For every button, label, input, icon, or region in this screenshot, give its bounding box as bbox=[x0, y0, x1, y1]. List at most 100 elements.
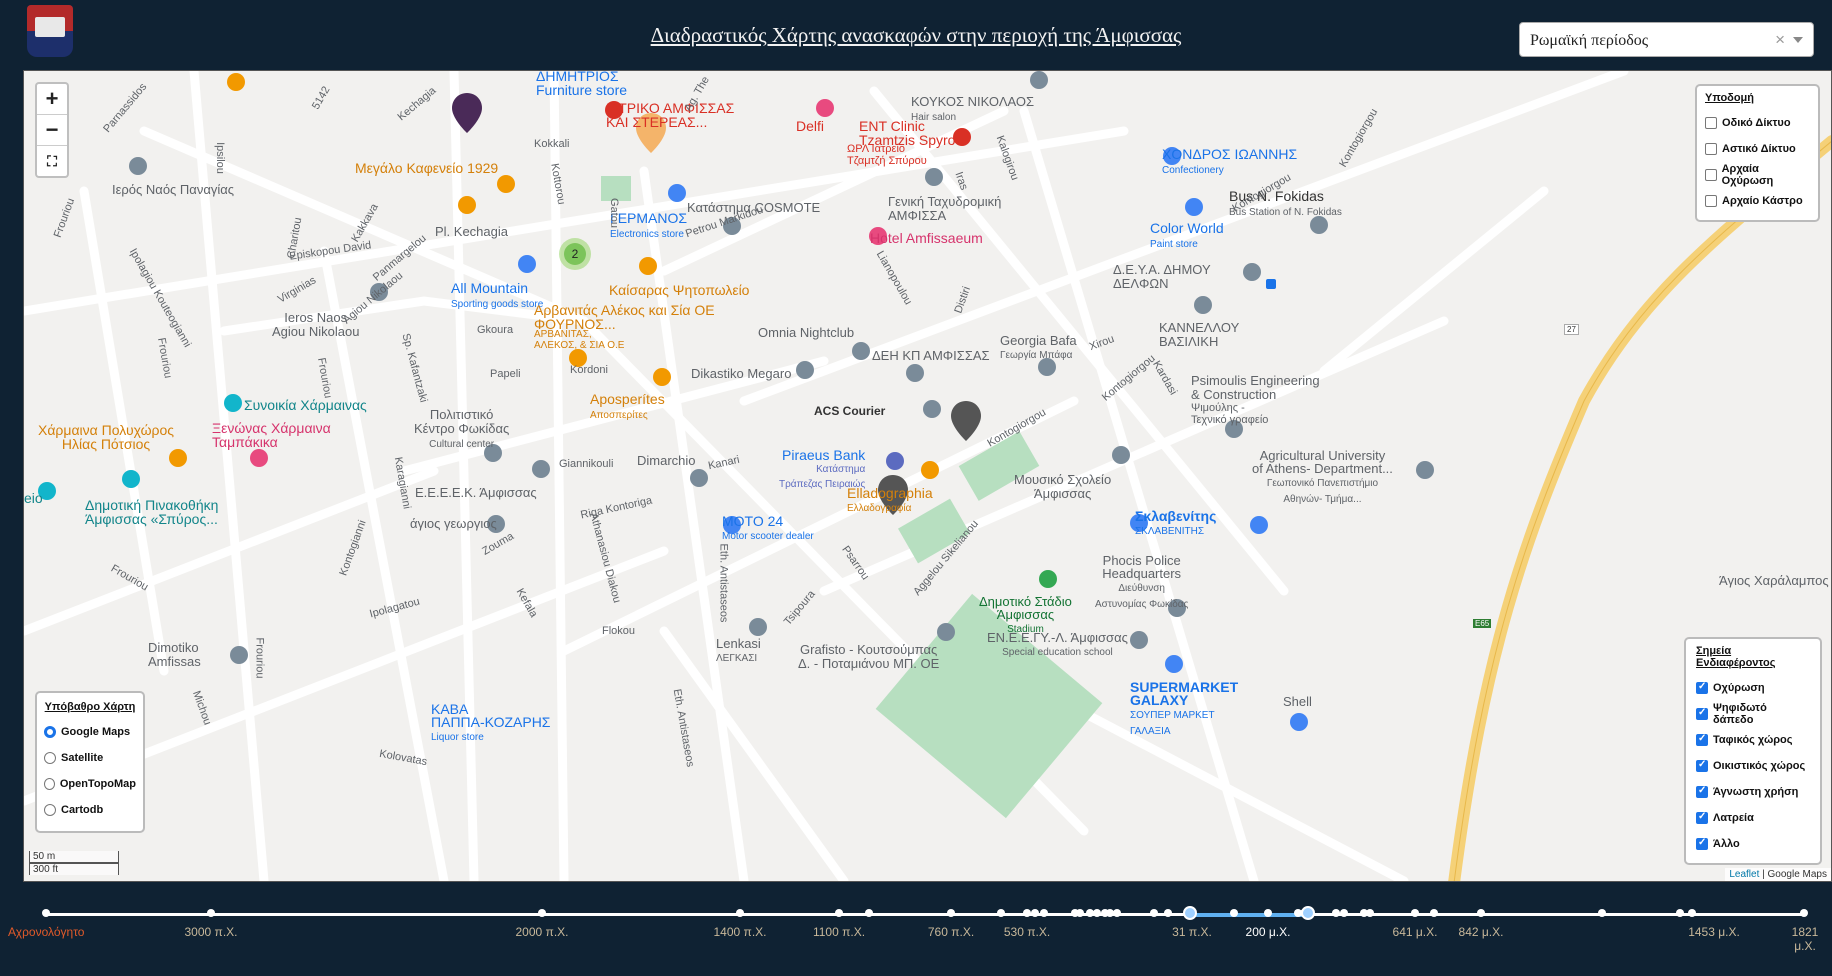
timeline-tick[interactable] bbox=[947, 909, 955, 917]
leaflet-link[interactable]: Leaflet bbox=[1729, 869, 1759, 880]
timeline-tick[interactable] bbox=[1340, 909, 1348, 917]
restaurant-icon[interactable] bbox=[639, 257, 657, 275]
timeline-tick[interactable] bbox=[1800, 909, 1808, 917]
poi-icon[interactable] bbox=[1243, 263, 1261, 281]
poi-icon[interactable] bbox=[925, 168, 943, 186]
poi-checkbox[interactable] bbox=[1696, 681, 1708, 694]
basemap-option[interactable]: OpenTopoMap bbox=[44, 771, 136, 797]
poi-icon[interactable] bbox=[852, 342, 870, 360]
shop-icon[interactable] bbox=[668, 184, 686, 202]
timeline-tick[interactable] bbox=[1023, 909, 1031, 917]
layer-option[interactable]: Οδικό Δίκτυο bbox=[1705, 110, 1810, 136]
poi-option[interactable]: Ψηφιδωτό δάπεδο bbox=[1696, 701, 1810, 727]
restaurant-icon[interactable] bbox=[458, 196, 476, 214]
basemap-option[interactable]: Cartodb bbox=[44, 797, 136, 823]
layer-option[interactable]: Αρχαίο Κάστρο bbox=[1705, 188, 1810, 214]
cafe-icon[interactable] bbox=[653, 368, 671, 386]
timeline-tick[interactable] bbox=[1031, 909, 1039, 917]
timeline-tick[interactable] bbox=[1598, 909, 1606, 917]
bus-stop-icon[interactable] bbox=[1266, 279, 1276, 289]
poi-option[interactable]: Άγνωστη χρήση bbox=[1696, 779, 1810, 805]
restaurant-icon[interactable] bbox=[169, 449, 187, 467]
map-container[interactable]: 2 ΔΗΜΗΤΡΙΟΣ Furniture store ΚΟΥΚΟΣ ΝΙΚΟΛ… bbox=[23, 70, 1832, 882]
attraction-icon[interactable] bbox=[224, 394, 242, 412]
poi-option[interactable]: Οικιστικός χώρος bbox=[1696, 753, 1810, 779]
poi-icon[interactable] bbox=[906, 364, 924, 382]
basemap-radio[interactable] bbox=[44, 778, 55, 790]
poi-checkbox[interactable] bbox=[1696, 759, 1708, 772]
timeline-tick[interactable] bbox=[538, 909, 546, 917]
basemap-radio[interactable] bbox=[44, 804, 56, 816]
timeline-tick[interactable] bbox=[1430, 909, 1438, 917]
restaurant-icon[interactable] bbox=[921, 461, 939, 479]
basemap-option[interactable]: Google Maps bbox=[44, 719, 136, 745]
zoom-in-button[interactable]: + bbox=[37, 84, 67, 115]
timeline-tick[interactable] bbox=[1164, 909, 1172, 917]
school-icon[interactable] bbox=[1416, 461, 1434, 479]
poi-option[interactable]: Ταφικός χώρος bbox=[1696, 727, 1810, 753]
poi-checkbox[interactable] bbox=[1696, 811, 1708, 824]
timeline-tick[interactable] bbox=[1093, 909, 1101, 917]
timeline-tick[interactable] bbox=[1332, 909, 1340, 917]
bank-icon[interactable] bbox=[886, 452, 904, 470]
poi-option[interactable]: Οχύρωση bbox=[1696, 675, 1810, 701]
poi-icon[interactable] bbox=[923, 400, 941, 418]
timeline-track[interactable] bbox=[46, 913, 1804, 916]
shop-icon[interactable] bbox=[518, 255, 536, 273]
poi-option[interactable]: Άλλο bbox=[1696, 831, 1810, 857]
timeline-tick[interactable] bbox=[1040, 909, 1048, 917]
layer-option[interactable]: Αστικό Δίκτυο bbox=[1705, 136, 1810, 162]
museum-icon[interactable] bbox=[122, 470, 140, 488]
layer-option[interactable]: Αρχαία Οχύρωση bbox=[1705, 162, 1810, 188]
timeline-tick[interactable] bbox=[1676, 909, 1684, 917]
layer-checkbox[interactable] bbox=[1705, 117, 1717, 129]
excavation-marker[interactable] bbox=[951, 401, 981, 441]
poi-checkbox[interactable] bbox=[1696, 837, 1708, 850]
fullscreen-icon[interactable]: ⛶ bbox=[37, 146, 67, 176]
timeline-slider[interactable]: Αχρονολόγητο 3000 π.Χ. 2000 π.Χ. 1400 π.… bbox=[0, 884, 1832, 976]
timeline-tick[interactable] bbox=[1366, 909, 1374, 917]
timeline-tick[interactable] bbox=[736, 909, 744, 917]
poi-checkbox[interactable] bbox=[1696, 707, 1708, 720]
poi-icon[interactable] bbox=[227, 73, 245, 91]
timeline-tick[interactable] bbox=[1477, 909, 1485, 917]
hotel-icon[interactable] bbox=[250, 449, 268, 467]
zoom-out-button[interactable]: − bbox=[37, 115, 67, 146]
timeline-tick[interactable] bbox=[997, 909, 1005, 917]
shop-icon[interactable] bbox=[1165, 655, 1183, 673]
poi-checkbox[interactable] bbox=[1696, 733, 1708, 746]
timeline-tick[interactable] bbox=[207, 909, 215, 917]
layer-checkbox[interactable] bbox=[1705, 195, 1717, 207]
poi-checkbox[interactable] bbox=[1696, 785, 1708, 798]
stadium-icon[interactable] bbox=[1039, 570, 1057, 588]
poi-option[interactable]: Λατρεία bbox=[1696, 805, 1810, 831]
timeline-tick[interactable] bbox=[42, 909, 50, 917]
church-icon[interactable] bbox=[129, 157, 147, 175]
school-icon[interactable] bbox=[532, 460, 550, 478]
timeline-tick[interactable] bbox=[1411, 909, 1419, 917]
period-select[interactable]: Ρωμαϊκή περίοδος × bbox=[1519, 22, 1814, 57]
excavation-marker[interactable] bbox=[452, 93, 482, 133]
timeline-start-handle[interactable] bbox=[1183, 906, 1197, 920]
timeline-tick[interactable] bbox=[1230, 909, 1238, 917]
poi-icon[interactable] bbox=[749, 618, 767, 636]
clear-selection-icon[interactable]: × bbox=[1775, 30, 1785, 50]
school-icon[interactable] bbox=[1112, 446, 1130, 464]
timeline-tick[interactable] bbox=[1688, 909, 1696, 917]
timeline-tick[interactable] bbox=[1113, 909, 1121, 917]
gas-station-icon[interactable] bbox=[1290, 713, 1308, 731]
timeline-tick[interactable] bbox=[1264, 909, 1272, 917]
shop-icon[interactable] bbox=[1250, 516, 1268, 534]
marker-cluster[interactable]: 2 bbox=[559, 238, 591, 270]
timeline-tick[interactable] bbox=[1150, 909, 1158, 917]
poi-icon[interactable] bbox=[690, 469, 708, 487]
layer-checkbox[interactable] bbox=[1705, 143, 1717, 155]
timeline-end-handle[interactable] bbox=[1301, 906, 1315, 920]
poi-icon[interactable] bbox=[816, 99, 834, 117]
basemap-option[interactable]: Satellite bbox=[44, 745, 136, 771]
chevron-down-icon[interactable] bbox=[1793, 37, 1803, 43]
poi-icon[interactable] bbox=[1194, 296, 1212, 314]
timeline-tick[interactable] bbox=[835, 909, 843, 917]
poi-icon[interactable] bbox=[1030, 71, 1048, 89]
bank-icon[interactable] bbox=[796, 361, 814, 379]
